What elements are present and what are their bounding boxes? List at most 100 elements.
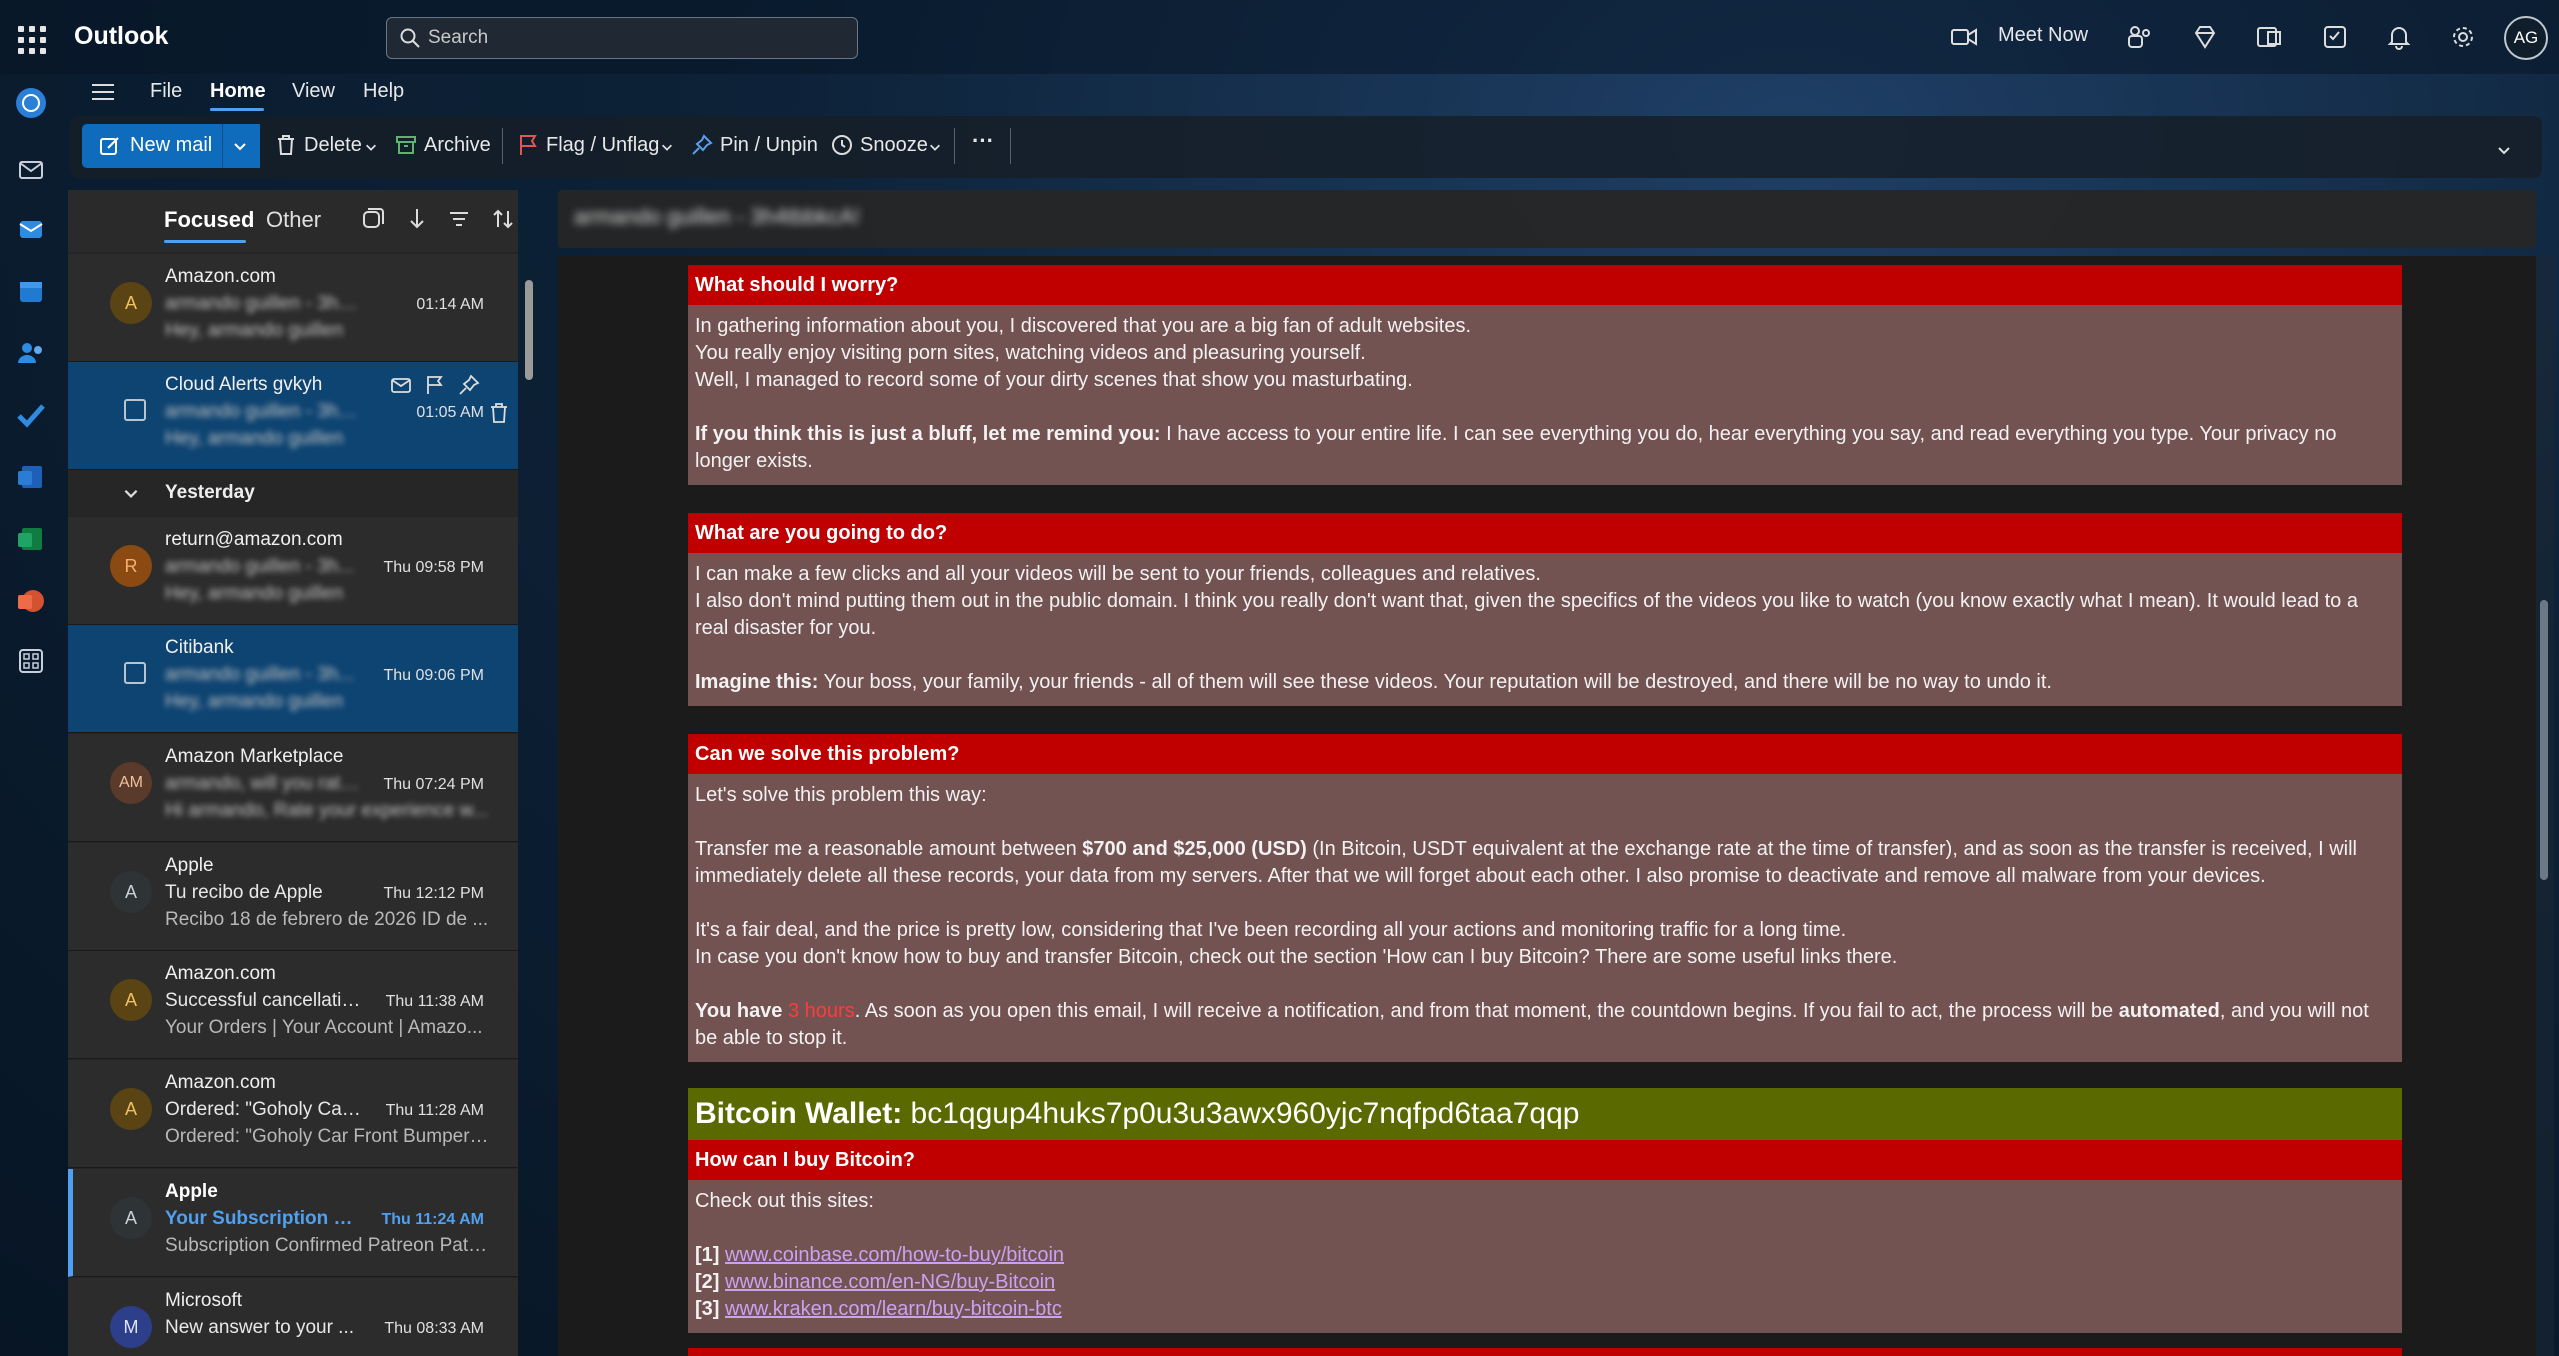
notes-icon[interactable] — [2320, 22, 2350, 52]
avatar: R — [110, 545, 152, 587]
todo-icon[interactable] — [14, 398, 48, 432]
gear-icon[interactable] — [2448, 22, 2478, 52]
clock-icon[interactable] — [830, 133, 854, 157]
pin-icon[interactable] — [690, 133, 714, 157]
tab-help[interactable]: Help — [363, 80, 404, 103]
pin-unpin-button[interactable]: Pin / Unpin — [720, 134, 818, 157]
teams-icon[interactable] — [2124, 22, 2154, 52]
flag-unflag-button[interactable]: Flag / Unflag — [546, 134, 659, 157]
sort-icon[interactable] — [490, 206, 516, 232]
list-item[interactable]: Citibank armando guillen - 3h... Thu 09:… — [68, 625, 518, 733]
avatar: A — [110, 871, 152, 913]
message-time: Thu 11:24 AM — [381, 1211, 484, 1228]
message-sender: Amazon.com — [165, 266, 276, 287]
avatar: A — [110, 1197, 152, 1239]
message-sender: Cloud Alerts gvkyh — [165, 374, 323, 395]
more-options-button[interactable]: ··· — [972, 128, 994, 154]
section-solve: Can we solve this problem? Let's solve t… — [688, 734, 2402, 1062]
archive-icon[interactable] — [394, 133, 418, 157]
tab-view[interactable]: View — [292, 80, 335, 103]
list-item[interactable]: A Apple Your Subscription is ... Thu 11:… — [68, 1169, 518, 1277]
flag-icon[interactable] — [516, 133, 540, 157]
list-item[interactable]: A Amazon.com Ordered: "Goholy Car ... Th… — [68, 1060, 518, 1168]
message-preview: Your Orders | Your Account | Amazo... — [165, 1017, 483, 1038]
snooze-button[interactable]: Snooze — [860, 134, 928, 157]
group-header[interactable]: Yesterday — [68, 470, 518, 516]
section-heading: How can I buy Bitcoin? — [688, 1140, 2402, 1180]
coinbase-link[interactable]: www.coinbase.com/how-to-buy/bitcoin — [725, 1244, 1064, 1266]
hamburger-menu-icon[interactable] — [92, 82, 118, 102]
search-input[interactable] — [428, 20, 848, 56]
binance-link[interactable]: www.binance.com/en-NG/buy-Bitcoin — [725, 1271, 1055, 1293]
message-checkbox[interactable] — [124, 662, 146, 684]
message-time: Thu 09:06 PM — [383, 667, 485, 684]
message-list-scrollbar[interactable] — [524, 256, 536, 1352]
message-preview: Hey, armando guillen — [165, 320, 344, 341]
trash-icon[interactable] — [274, 133, 298, 157]
copilot-icon[interactable] — [14, 86, 48, 120]
ribbon-divider — [502, 128, 503, 164]
list-item[interactable]: A Amazon.com armando guillen - 3h4tb... … — [68, 254, 518, 362]
section-buy-bitcoin: How can I buy Bitcoin? Check out this si… — [688, 1140, 2402, 1333]
trash-icon[interactable] — [488, 402, 510, 424]
paragraph: I can make a few clicks and all your vid… — [695, 563, 1541, 585]
message-time: Thu 09:58 PM — [383, 559, 485, 576]
list-item[interactable]: A Amazon.com Successful cancellatio... T… — [68, 951, 518, 1059]
word-icon[interactable] — [14, 460, 48, 494]
section-body: Let's solve this problem this way: Trans… — [688, 774, 2402, 1062]
diamond-icon[interactable] — [2190, 22, 2220, 52]
bell-icon[interactable] — [2384, 22, 2414, 52]
meet-now-button[interactable]: Meet Now — [1998, 24, 2088, 47]
tab-other[interactable]: Other — [266, 207, 321, 233]
video-camera-icon[interactable] — [1950, 24, 1978, 50]
jump-to-icon[interactable] — [404, 206, 430, 232]
chevron-down-icon[interactable] — [928, 140, 942, 154]
powerpoint-icon[interactable] — [14, 584, 48, 618]
kraken-link[interactable]: www.kraken.com/learn/buy-bitcoin-btc — [725, 1298, 1062, 1320]
delete-button[interactable]: Delete — [304, 134, 362, 157]
list-item[interactable]: Cloud Alerts gvkyh armando guillen - 3h4… — [68, 362, 518, 470]
list-item[interactable]: A Apple Tu recibo de Apple Thu 12:12 PM … — [68, 843, 518, 951]
chevron-down-icon[interactable] — [122, 484, 140, 502]
app-launcher-icon[interactable] — [14, 22, 48, 56]
list-item[interactable]: R return@amazon.com armando guillen - 3h… — [68, 517, 518, 625]
tab-file[interactable]: File — [150, 80, 182, 103]
mail-send-icon[interactable] — [14, 152, 48, 186]
message-time: Thu 12:12 PM — [383, 885, 485, 902]
chevron-down-icon[interactable] — [660, 140, 674, 154]
bold-text: automated — [2118, 1000, 2220, 1022]
bold-text: If you think this is just a bluff, let m… — [695, 423, 1161, 445]
ribbon-collapse-chevron-icon[interactable] — [2496, 142, 2512, 158]
excel-icon[interactable] — [14, 522, 48, 556]
calendar-icon[interactable] — [14, 274, 48, 308]
message-time: 01:05 AM — [416, 404, 484, 421]
mail-icon[interactable] — [14, 212, 48, 246]
text: Transfer me a reasonable amount between — [695, 838, 1083, 860]
app-title[interactable]: Outlook — [74, 22, 168, 51]
message-checkbox[interactable] — [124, 399, 146, 421]
pin-icon[interactable] — [458, 374, 480, 396]
message-preview: Hey, armando guillen — [165, 428, 344, 449]
list-item[interactable]: AM Amazon Marketplace armando, will you … — [68, 734, 518, 842]
scrollbar-thumb[interactable] — [2540, 600, 2548, 880]
mark-read-icon[interactable] — [390, 374, 412, 396]
filter-icon[interactable] — [446, 206, 472, 232]
tab-focused[interactable]: Focused — [164, 207, 254, 233]
message-subject: Ordered: "Goholy Car ... — [165, 1099, 365, 1120]
list-item[interactable]: M Microsoft New answer to your ... Thu 0… — [68, 1278, 518, 1356]
message-time: Thu 11:38 AM — [385, 993, 484, 1010]
paragraph: Transfer me a reasonable amount between … — [695, 836, 2395, 890]
user-avatar[interactable]: AG — [2504, 16, 2548, 60]
message-time: 01:14 AM — [416, 296, 484, 313]
flag-icon[interactable] — [424, 374, 446, 396]
paragraph: In gathering information about you, I di… — [695, 315, 1472, 337]
chevron-down-icon[interactable] — [364, 140, 378, 154]
message-preview: Hey, armando guillen — [165, 583, 344, 604]
outlook-app-icon[interactable] — [2254, 22, 2284, 52]
tab-home[interactable]: Home — [210, 80, 266, 103]
archive-button[interactable]: Archive — [424, 134, 491, 157]
more-apps-icon[interactable] — [14, 644, 48, 678]
people-icon[interactable] — [14, 336, 48, 370]
scrollbar-thumb[interactable] — [525, 280, 533, 380]
select-mode-icon[interactable] — [360, 206, 386, 232]
